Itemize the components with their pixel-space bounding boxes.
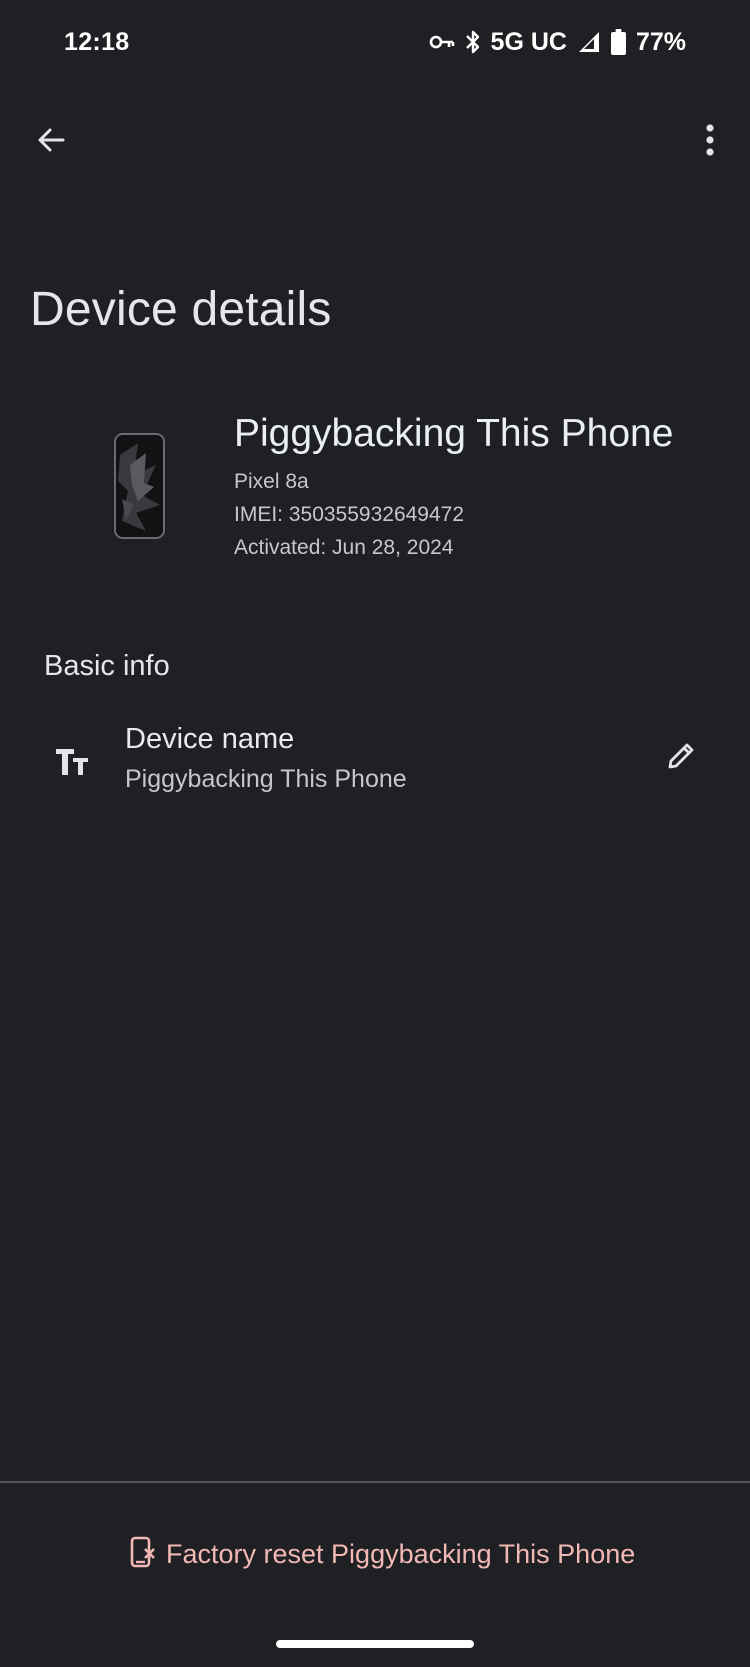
factory-reset-label: Factory reset Piggybacking This Phone	[166, 1538, 636, 1569]
arrow-back-icon	[35, 124, 67, 161]
phone-reset-icon	[130, 1536, 156, 1573]
edit-device-name-button[interactable]	[656, 733, 706, 783]
status-bar: 12:18 5G UC 77%	[0, 0, 750, 84]
factory-reset-button[interactable]: Factory reset Piggybacking This Phone	[130, 1536, 635, 1572]
footer-divider	[0, 1481, 750, 1483]
device-name-value: Piggybacking This Phone	[125, 765, 407, 793]
bluetooth-icon	[465, 29, 481, 55]
battery-icon	[610, 29, 626, 55]
device-name: Piggybacking This Phone	[234, 412, 674, 455]
device-model: Pixel 8a	[234, 470, 309, 493]
back-button[interactable]	[19, 110, 83, 174]
status-time: 12:18	[64, 28, 130, 56]
more-options-button[interactable]	[678, 110, 742, 174]
device-image	[114, 433, 165, 539]
more-vert-icon	[705, 123, 715, 161]
device-imei: IMEI: 350355932649472	[234, 503, 465, 526]
signal-icon	[577, 30, 601, 54]
network-type: 5G UC	[490, 27, 567, 56]
device-name-title: Device name	[125, 723, 295, 755]
device-activated-date: Activated: Jun 28, 2024	[234, 536, 454, 559]
home-indicator[interactable]	[276, 1640, 474, 1648]
device-name-row: Device name Piggybacking This Phone	[0, 705, 750, 815]
edit-pencil-icon	[666, 741, 696, 776]
section-basic-info: Basic info	[44, 650, 170, 682]
text-fields-icon	[54, 745, 94, 777]
vpn-key-icon	[429, 34, 455, 50]
battery-percent: 77%	[635, 27, 686, 56]
status-icons: 5G UC 77%	[429, 25, 686, 59]
page-title: Device details	[30, 283, 332, 336]
